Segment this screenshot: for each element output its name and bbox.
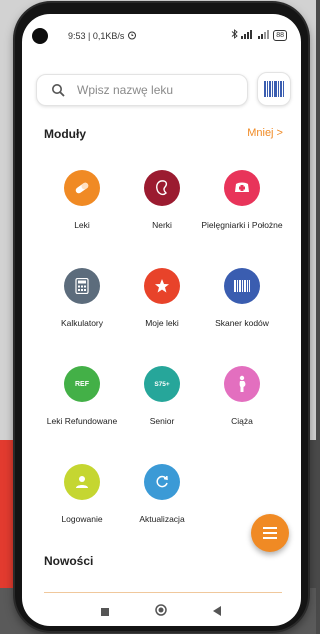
barcode-icon [264,81,284,97]
barcode-scan-button[interactable] [257,72,291,106]
triangle-back-icon [213,606,221,616]
square-icon [101,608,109,616]
circle-icon [155,604,167,616]
module-aktualizacja[interactable]: Aktualizacja [117,464,207,525]
status-bar-left: 9:53 | 0,1KB/s [68,30,137,42]
menu-icon [263,527,277,539]
module-moje-leki[interactable]: Moje leki [117,268,207,329]
recents-button[interactable] [101,603,109,621]
module-label: Moje leki [145,318,179,328]
module-icon-circle [144,464,180,500]
news-divider [44,592,282,593]
module-label: Nerki [152,220,172,230]
search-input[interactable] [75,82,229,98]
module-label: Senior [149,416,175,426]
ref-badge-icon: REF [75,380,89,388]
s75-badge-icon: S75+ [154,380,170,388]
status-bar-right: 88 [231,29,287,41]
bluetooth-icon [231,29,238,41]
module-nerki[interactable]: Nerki [117,170,207,231]
battery-indicator: 88 [273,29,287,41]
refresh-icon [156,475,168,488]
module-icon-circle [224,366,260,402]
signal-2-icon [258,29,270,41]
module-ciaza[interactable]: Ciąża [197,366,287,427]
module-icon-circle [224,170,260,206]
news-title: Nowości [44,554,94,568]
module-label: Kalkulatory [60,318,104,328]
user-icon [76,476,88,488]
barcode-icon [234,280,250,292]
modules-title: Moduły [44,127,86,141]
module-skaner-kodow[interactable]: Skaner kodów [197,268,287,329]
module-icon-circle [224,268,260,304]
menu-fab-button[interactable] [251,514,289,552]
signal-icon [241,29,255,41]
module-label: Leki [74,220,90,230]
status-time-speed: 9:53 | 0,1KB/s [68,31,125,41]
module-label: Skaner kodów [215,318,269,328]
nurse-cap-icon [235,182,249,192]
module-pielegniarki[interactable]: Pielęgniarki i Położne [197,170,287,231]
module-label: Aktualizacja [139,514,185,524]
pill-icon [75,182,89,194]
pregnancy-icon [239,375,246,392]
module-icon-circle: REF [64,366,100,402]
module-leki-refundowane[interactable]: REF Leki Refundowane [37,366,127,427]
module-label: Pielęgniarki i Położne [201,220,283,230]
kidney-icon [156,180,168,196]
home-button[interactable] [155,603,167,621]
module-label: Ciąża [231,416,253,426]
module-icon-circle [64,170,100,206]
front-camera [32,28,48,44]
module-label: Leki Refundowane [46,416,118,426]
search-box[interactable] [36,74,248,106]
module-senior[interactable]: S75+ Senior [117,366,207,427]
star-icon [155,279,169,293]
module-icon-circle [144,268,180,304]
system-nav-bar [22,598,301,626]
alarm-icon [127,30,137,42]
module-icon-circle: S75+ [144,366,180,402]
module-icon-circle [144,170,180,206]
module-icon-circle [64,464,100,500]
module-leki[interactable]: Leki [37,170,127,231]
app-screen: 9:53 | 0,1KB/s 88 Moduły Mniej > [22,14,301,626]
calculator-icon [75,278,89,294]
module-label: Logowanie [61,514,103,524]
less-toggle-link[interactable]: Mniej > [247,127,283,139]
module-logowanie[interactable]: Logowanie [37,464,127,525]
back-button[interactable] [213,603,222,621]
module-icon-circle [64,268,100,304]
module-kalkulatory[interactable]: Kalkulatory [37,268,127,329]
search-icon [52,84,65,97]
